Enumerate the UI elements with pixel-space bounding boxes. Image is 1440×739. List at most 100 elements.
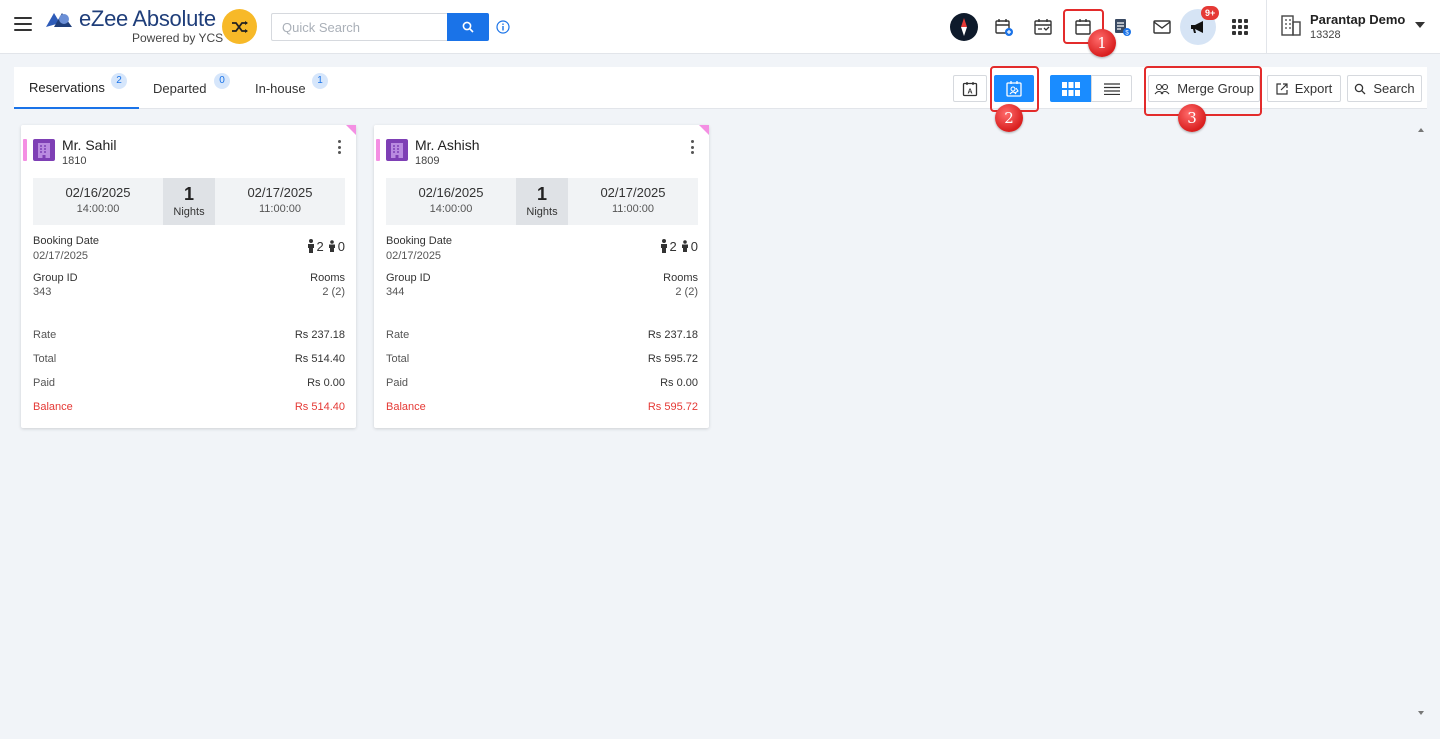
stay-dates: 02/16/2025 14:00:00 1 Nights 02/17/2025 …: [386, 178, 698, 225]
balance-label: Balance: [386, 401, 426, 413]
tab-label: Departed: [153, 80, 207, 96]
property-name[interactable]: Parantap Demo: [1310, 12, 1405, 27]
reservation-number: 1809: [415, 155, 440, 167]
info-icon[interactable]: [496, 20, 510, 34]
logo-mark-icon: [46, 13, 72, 27]
group-id-value: 343: [33, 286, 52, 298]
rate-value: Rs 237.18: [647, 329, 698, 341]
more-options-icon[interactable]: [691, 140, 695, 154]
group-id-label: Group ID: [386, 272, 431, 284]
apps-grid-icon[interactable]: [1232, 19, 1248, 35]
child-count: 0: [690, 238, 698, 254]
stay-view-icon[interactable]: [1029, 13, 1057, 41]
balance-value: Rs 514.40: [294, 401, 345, 413]
booking-date-value: 02/17/2025: [33, 250, 89, 262]
calendar-person-icon: A: [962, 81, 978, 96]
total-label: Total: [386, 353, 410, 365]
header-divider: [1266, 0, 1267, 54]
status-indicator: [376, 139, 380, 161]
search-icon: [1355, 83, 1366, 94]
adult-count: 2: [316, 238, 324, 254]
stay-dates: 02/16/2025 14:00:00 1 Nights 02/17/2025 …: [33, 178, 345, 225]
nights-label: Nights: [526, 206, 558, 218]
arrival-date: 02/16/2025: [65, 185, 131, 200]
tab-count-badge: 0: [214, 73, 230, 89]
reservation-card[interactable]: Mr. Sahil 1810 02/16/2025 14:00:00 1 Nig…: [21, 125, 356, 428]
guest-name[interactable]: Mr. Ashish: [415, 137, 480, 153]
list-view-button[interactable]: [1091, 75, 1132, 102]
export-icon: [1276, 82, 1288, 95]
property-id: 13328: [1310, 29, 1341, 41]
group-id-label: Group ID: [33, 272, 78, 284]
hotel-icon: [33, 139, 55, 161]
more-options-icon[interactable]: [338, 140, 342, 154]
rooms-label: Rooms: [663, 272, 698, 284]
rooms-value: 2 (2): [675, 286, 698, 298]
pax-count: 2 0: [307, 238, 345, 254]
paid-value: Rs 0.00: [307, 377, 345, 389]
menu-icon[interactable]: [14, 17, 32, 33]
quick-search-button[interactable]: [447, 13, 489, 41]
departure-time: 11:00:00: [611, 203, 654, 215]
booking-date-label: Booking Date: [33, 235, 100, 247]
megaphone-icon: [1191, 21, 1203, 33]
export-button[interactable]: Export: [1267, 75, 1341, 102]
total-value: Rs 595.72: [647, 353, 698, 365]
property-building-icon: [1281, 15, 1301, 36]
tab-in-house[interactable]: In-house: [255, 67, 340, 109]
compass-icon[interactable]: [950, 13, 978, 41]
rate-value: Rs 237.18: [294, 329, 345, 341]
nights-count: 1: [183, 184, 194, 204]
reservation-card[interactable]: Mr. Ashish 1809 02/16/2025 14:00:00 1 Ni…: [374, 125, 709, 428]
mail-icon[interactable]: [1148, 13, 1176, 41]
notification-badge: 9+: [1201, 6, 1220, 20]
arrival-date: 02/16/2025: [418, 185, 484, 200]
total-value: Rs 514.40: [294, 353, 345, 365]
quick-search-input[interactable]: [271, 13, 447, 41]
guest-name[interactable]: Mr. Sahil: [62, 137, 116, 153]
annotation-marker-3: 3: [1178, 104, 1206, 132]
hotel-icon: [386, 139, 408, 161]
search-label: Search: [1373, 81, 1415, 96]
tab-departed[interactable]: Departed: [153, 67, 243, 109]
arrival-time: 14:00:00: [429, 203, 473, 215]
adult-count: 2: [669, 238, 677, 254]
booking-date-label: Booking Date: [386, 235, 453, 247]
status-indicator: [23, 139, 27, 161]
scroll-up-arrow[interactable]: [1418, 128, 1424, 132]
child-count: 0: [337, 238, 345, 254]
scroll-down-arrow[interactable]: [1418, 711, 1424, 715]
app-header: eZee Absolute Powered by YCS Quick Searc…: [0, 0, 1440, 54]
group-flag: [346, 125, 356, 135]
pax-count: 2 0: [660, 238, 698, 254]
shuffle-icon: [231, 20, 248, 33]
nights-box: 1 Nights: [516, 178, 568, 225]
switch-property-button[interactable]: [222, 9, 257, 44]
rooms-value: 2 (2): [322, 286, 345, 298]
balance-label: Balance: [33, 401, 73, 413]
individual-view-button[interactable]: A: [953, 75, 987, 102]
paid-value: Rs 0.00: [660, 377, 698, 389]
rate-label: Rate: [386, 329, 410, 341]
reservation-number: 1810: [62, 155, 87, 167]
paid-label: Paid: [386, 377, 409, 389]
new-reservation-icon[interactable]: [990, 13, 1018, 41]
rooms-label: Rooms: [310, 272, 345, 284]
adult-icon: [660, 239, 667, 253]
departure-date: 02/17/2025: [600, 185, 666, 200]
rate-label: Rate: [33, 329, 57, 341]
tab-label: Reservations: [29, 79, 105, 95]
logo-subtitle: Powered by YCS: [132, 31, 224, 45]
grid-view-button[interactable]: [1050, 75, 1091, 102]
tab-count-badge: 1: [312, 73, 328, 89]
booking-date-value: 02/17/2025: [386, 250, 442, 262]
tab-label: In-house: [255, 80, 306, 96]
chevron-down-icon[interactable]: [1415, 22, 1425, 28]
search-icon: [462, 21, 474, 33]
search-button[interactable]: Search: [1347, 75, 1422, 102]
export-label: Export: [1294, 81, 1333, 96]
paid-label: Paid: [33, 377, 56, 389]
departure-time: 11:00:00: [258, 203, 301, 215]
group-id-value: 344: [386, 286, 405, 298]
list-icon: [1103, 82, 1120, 95]
